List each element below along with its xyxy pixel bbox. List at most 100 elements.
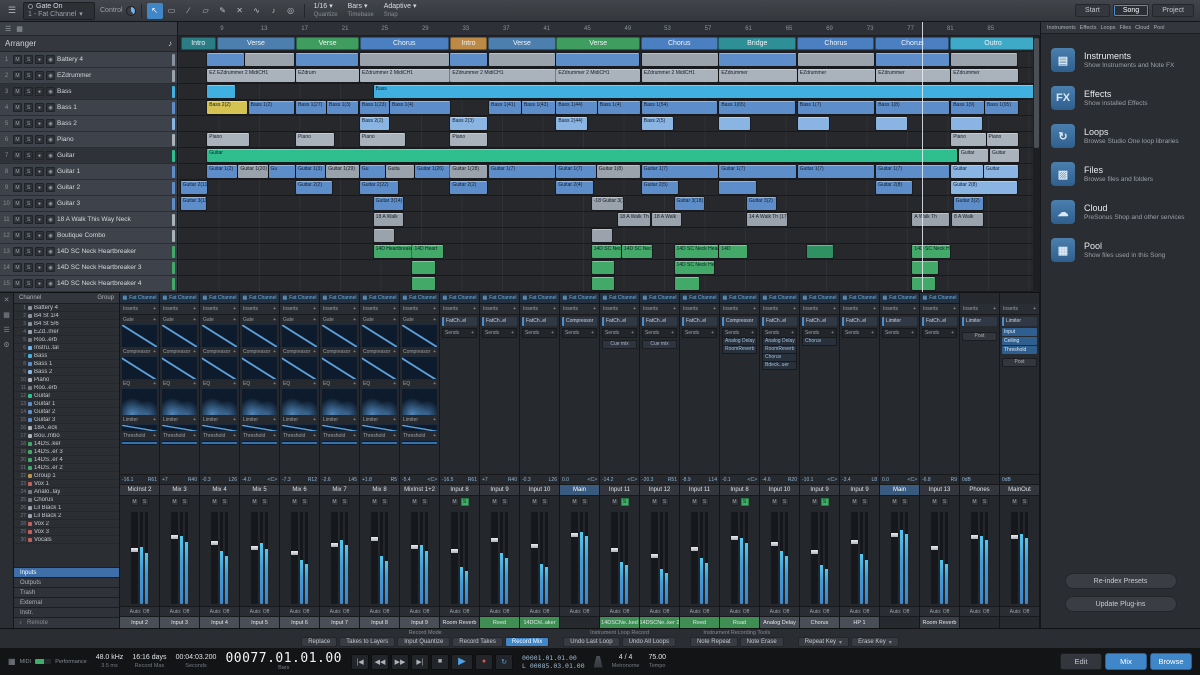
sends-header[interactable]: Sends+ [563,329,596,337]
gain-readout[interactable]: 0dB [1002,477,1011,483]
fat-module[interactable]: EQ+ [201,380,238,416]
audio-clip[interactable] [807,245,833,258]
strip-name[interactable]: Phones [960,484,999,496]
fat-module[interactable]: Compressor+ [401,348,438,380]
module-graph[interactable] [361,356,398,380]
fat-channel-tab[interactable]: ▦ Fat Channel [480,293,519,304]
tool-icon[interactable]: ▱ [198,3,214,19]
solo-button[interactable]: S [541,498,549,506]
note-icon[interactable]: ♪ [168,39,172,48]
record-arm-button[interactable]: ● [35,263,44,272]
input-chip[interactable]: Input 2 [120,616,159,628]
monitor-button[interactable]: ◉ [46,119,55,128]
track-lane[interactable]: 14D SC Neck Heartbreake [178,260,1040,276]
fader-thumb[interactable] [250,545,259,551]
fader-thumb[interactable] [930,545,939,551]
module-graph[interactable] [121,424,158,432]
fat-module[interactable]: Threshold+ [161,432,198,446]
mute-button[interactable]: M [531,498,539,506]
automation-mode[interactable]: Auto: Off [920,606,959,616]
audio-clip[interactable] [592,229,613,242]
record-arm-button[interactable]: ● [35,199,44,208]
fader-thumb[interactable] [730,535,739,541]
audio-clip[interactable] [798,117,829,130]
strip-name[interactable]: Main [560,484,599,496]
mute-button[interactable]: M [13,87,22,96]
mute-button[interactable]: M [13,183,22,192]
audio-clip[interactable]: EZdrummer [951,69,1018,82]
record-arm-button[interactable]: ● [35,183,44,192]
browser-action-button[interactable]: Re-index Presets [1065,573,1177,589]
fat-module[interactable]: Gate+ [201,316,238,348]
limiter-param[interactable]: Ceiling [1002,337,1037,345]
bank-tab[interactable]: Inputs [14,567,119,577]
module-graph[interactable] [121,388,158,416]
gain-readout[interactable]: 0dB [962,477,971,483]
pan-readout[interactable]: L26 [229,477,237,483]
audio-clip[interactable] [296,53,358,66]
fat-module[interactable]: Threshold+ [241,432,278,446]
gain-readout[interactable]: -0.3 [202,477,211,483]
mute-button[interactable]: M [251,498,259,506]
inserts-header[interactable]: Inserts+ [840,304,879,315]
sends-header[interactable]: Sends+ [683,329,716,337]
channel-strip[interactable]: ▦ Fat Channel Inserts+ Gate+ [400,293,440,628]
module-graph[interactable] [281,424,318,432]
audio-clip[interactable]: Bass 1(23) [360,101,389,114]
solo-button[interactable]: S [661,498,669,506]
channel-list-row[interactable]: 15 Guitar 3 [14,416,119,424]
input-chip[interactable]: Road [720,616,759,628]
channel-strip[interactable]: ▦ Fat Channel Inserts+ Gate+ [680,293,720,628]
fat-channel-tab[interactable]: ▦ Fat Channel [320,293,359,304]
input-chip[interactable]: 14DSCNe..ker 2 [640,616,679,628]
audio-clip[interactable]: Bass 1(7) [798,101,874,114]
transport-option-button[interactable]: Undo Last Loop [563,637,619,647]
input-chip[interactable]: Input 5 [240,616,279,628]
plus-icon[interactable]: + [153,349,156,355]
channel-strip[interactable]: ▦ Fat Channel Inserts+ Gate+ [640,293,680,628]
fat-channel-tab[interactable]: ▦ Fat Channel [840,293,879,304]
channel-list-row[interactable]: 2 B4 St 1/4 [14,312,119,320]
audio-clip[interactable] [592,261,614,274]
audio-clip[interactable]: Bass 2(44) [556,117,587,130]
mute-button[interactable]: M [13,151,22,160]
fader-thumb[interactable] [530,543,539,549]
audio-clip[interactable] [876,53,949,66]
tool-icon[interactable]: ∕ [181,3,197,19]
track-row[interactable]: 4 M S ● ◉ Bass 1 [0,100,177,116]
fat-channel-tab[interactable]: ▦ Fat Channel [160,293,199,304]
channel-strip[interactable]: ▦ Fat Channel Inserts+ Gate+ [320,293,360,628]
fat-module[interactable]: Threshold+ [361,432,398,446]
fat-module[interactable]: Threshold+ [401,432,438,446]
plus-icon[interactable]: + [313,417,316,423]
browser-tab[interactable]: Effects [1080,25,1097,31]
insert-plugin[interactable]: Limiter [962,317,997,326]
gain-readout[interactable]: -16.1 [122,477,133,483]
monitor-button[interactable]: ◉ [46,135,55,144]
strip-name[interactable]: Mix 3 [160,484,199,496]
fat-channel-tab[interactable]: ▦ Fat Channel [760,293,799,304]
strip-name[interactable]: MainOut [1000,484,1039,496]
audio-clip[interactable]: Piano [987,133,1018,146]
fat-module[interactable]: Limiter+ [161,416,198,432]
page-nav-button[interactable]: Song [1113,4,1149,17]
module-graph[interactable] [161,324,198,348]
fader-track[interactable] [251,512,258,604]
audio-clip[interactable] [912,277,934,290]
strip-name[interactable]: Input 9 [480,484,519,496]
browser-action-button[interactable]: Update Plug-ins [1065,596,1177,612]
strip-name[interactable]: MicInst 2 [120,484,159,496]
mute-button[interactable]: M [13,199,22,208]
fader-thumb[interactable] [170,534,179,540]
pan-readout[interactable]: R5 [391,477,397,483]
fat-channel-tab[interactable]: ▦ Fat Channel [240,293,279,304]
channel-list-row[interactable]: 4 EZd..mer [14,328,119,336]
input-chip[interactable]: Input 4 [200,616,239,628]
gain-readout[interactable]: -5.4 [402,477,411,483]
audio-clip[interactable] [245,53,293,66]
track-lane[interactable]: Bass 2(2) Bass 1(2) Bass 1(27) Bass 1(3)… [178,100,1040,116]
transport-button[interactable]: ▶▶ [391,654,409,670]
gain-readout[interactable]: +1.8 [362,477,372,483]
plus-icon[interactable]: + [193,317,196,323]
inserts-header[interactable]: Inserts+ [1000,304,1039,315]
